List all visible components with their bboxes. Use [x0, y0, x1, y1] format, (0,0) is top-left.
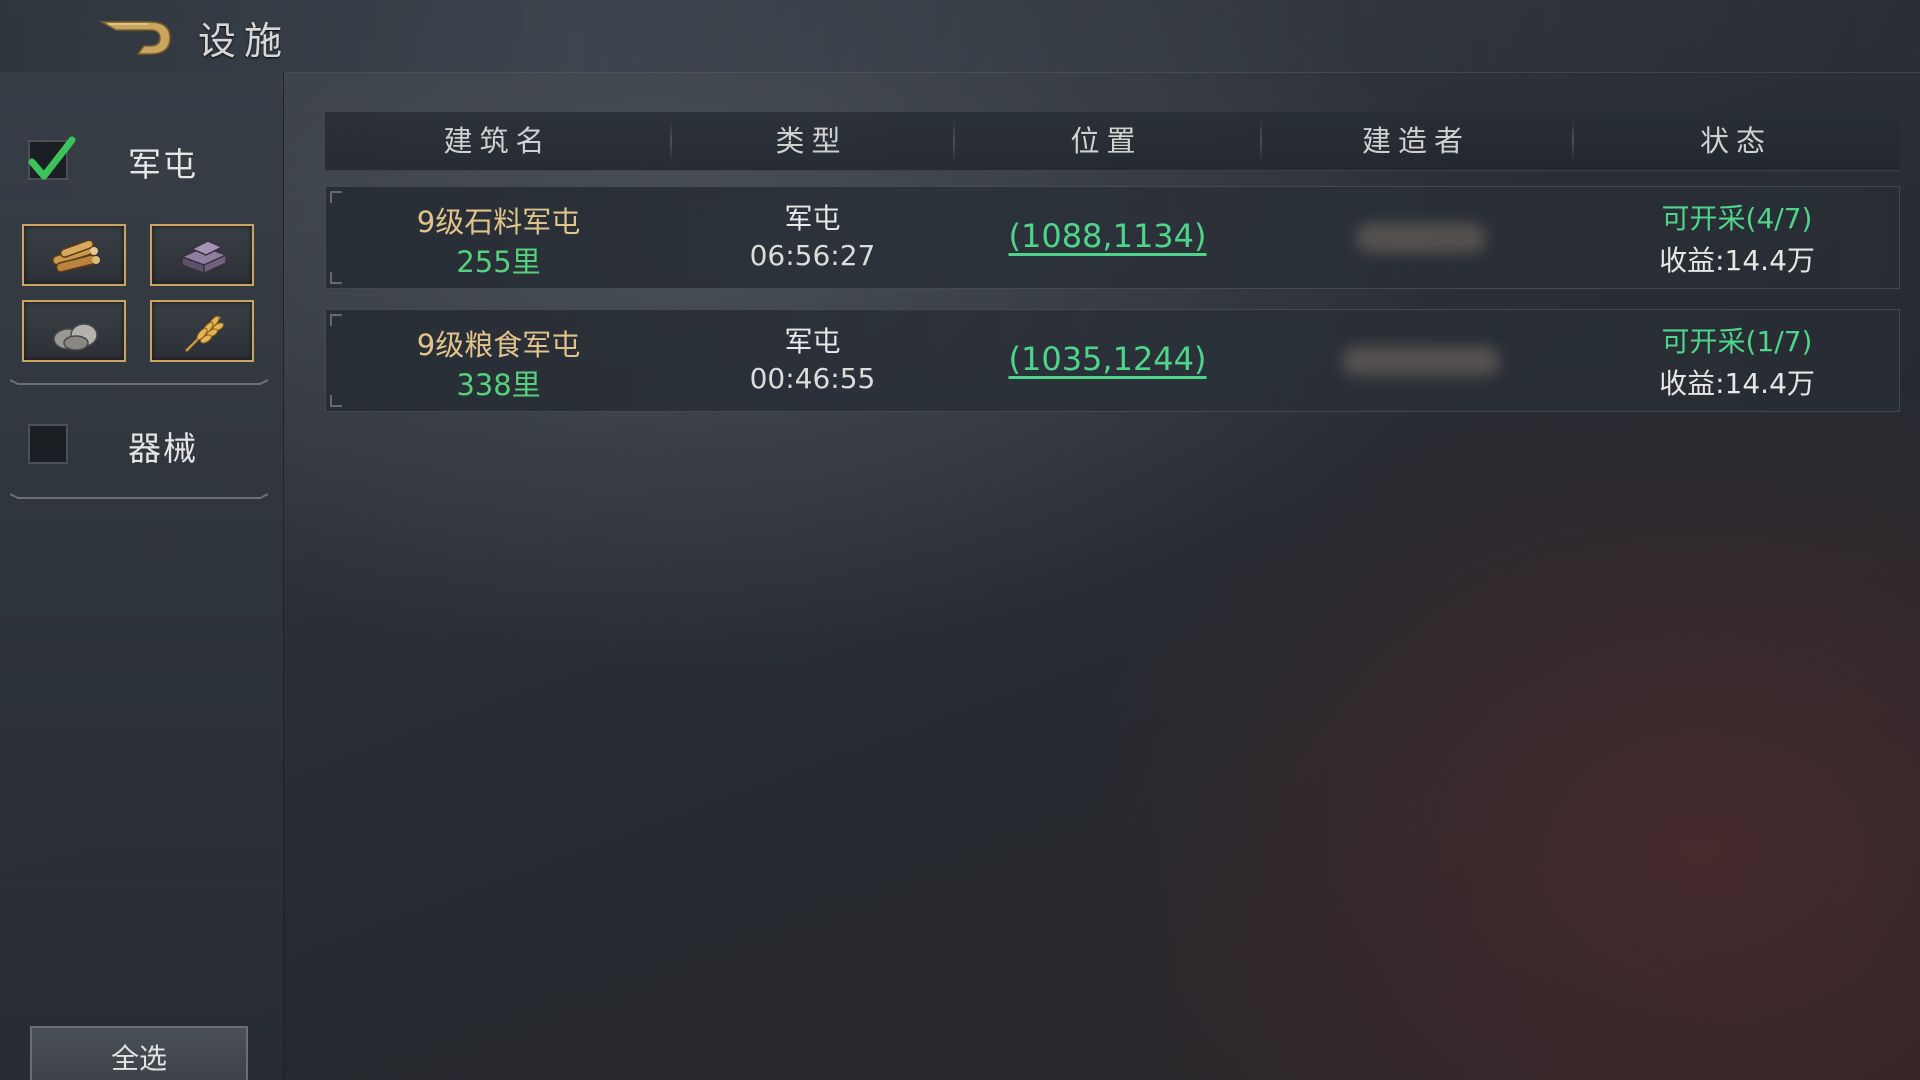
stone-icon — [53, 323, 98, 351]
builder-name-redacted — [1342, 346, 1500, 376]
page-title: 设施 — [198, 19, 291, 63]
military-farm-checkbox[interactable] — [28, 136, 76, 180]
table-header: 建筑名 类型 位置 建造者 状态 — [325, 112, 1900, 171]
select-all-button[interactable]: 全选 — [30, 1026, 248, 1080]
category-label: 器械 — [128, 429, 198, 468]
position-link[interactable]: (1035,1244) — [954, 340, 1261, 378]
checkmark-icon — [28, 136, 76, 180]
building-timer: 06:56:27 — [749, 239, 876, 272]
building-distance: 338里 — [456, 368, 541, 402]
sidebar-divider — [10, 379, 268, 385]
wood-filter-button[interactable] — [22, 224, 126, 286]
sidebar-divider — [10, 493, 268, 499]
building-name: 9级石料军屯 — [416, 205, 581, 239]
table-row[interactable]: 9级石料军屯 255里 军屯 06:56:27 (1088,1134) 可开采(… — [325, 186, 1900, 289]
column-header-type: 类型 — [775, 124, 848, 158]
income-label: 收益:14.4万 — [1659, 367, 1815, 400]
building-timer: 00:46:55 — [749, 362, 876, 395]
column-header-position: 位置 — [1070, 124, 1143, 158]
iron-filter-button[interactable] — [150, 224, 254, 286]
category-military-farm[interactable]: 军屯 — [28, 134, 268, 184]
grain-icon — [185, 315, 224, 352]
iron-icon — [180, 240, 228, 275]
status-label: 可开采(1/7) — [1661, 325, 1813, 358]
equipment-checkbox[interactable] — [28, 424, 68, 464]
building-type: 军屯 — [784, 325, 841, 358]
filter-sidebar: 军屯 器械 全选 — [0, 72, 284, 1080]
category-label: 军屯 — [128, 145, 198, 184]
back-arrow-icon — [99, 21, 171, 55]
builder-name-redacted — [1356, 223, 1486, 253]
back-button[interactable] — [98, 14, 178, 60]
category-equipment[interactable]: 器械 — [28, 418, 268, 468]
stone-filter-button[interactable] — [22, 300, 126, 362]
column-header-building-name: 建筑名 — [443, 124, 552, 158]
column-header-builder: 建造者 — [1361, 124, 1470, 158]
status-label: 可开采(4/7) — [1661, 202, 1813, 235]
building-distance: 255里 — [456, 245, 541, 279]
building-name: 9级粮食军屯 — [416, 328, 581, 362]
grain-filter-button[interactable] — [150, 300, 254, 362]
building-type: 军屯 — [784, 202, 841, 235]
position-link[interactable]: (1088,1134) — [954, 217, 1261, 255]
column-header-status: 状态 — [1699, 124, 1772, 158]
wood-icon — [52, 239, 100, 273]
income-label: 收益:14.4万 — [1659, 244, 1815, 277]
table-row[interactable]: 9级粮食军屯 338里 军屯 00:46:55 (1035,1244) 可开采(… — [325, 309, 1900, 412]
top-bar: 设施 — [0, 0, 1920, 73]
